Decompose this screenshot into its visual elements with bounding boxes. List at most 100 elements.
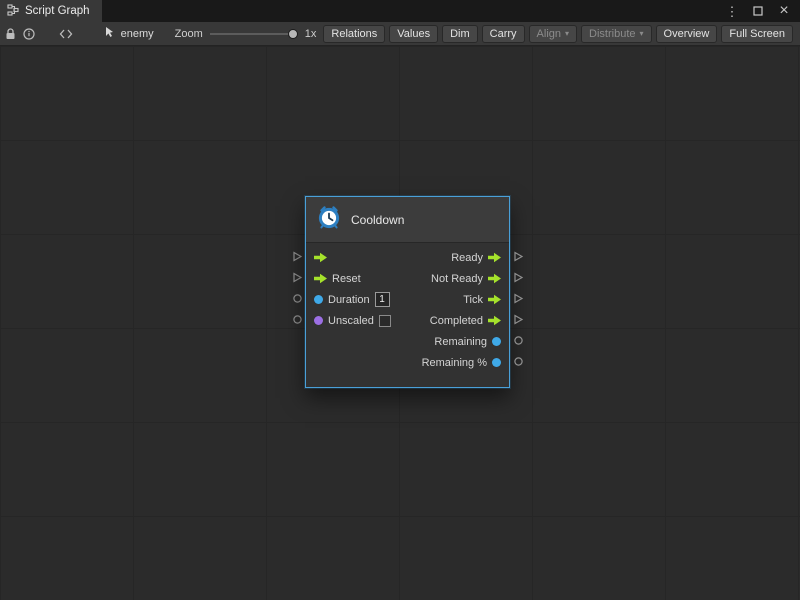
output-port: Tick	[463, 294, 501, 306]
value-port-marker[interactable]	[292, 314, 303, 325]
graph-context[interactable]: enemy	[104, 26, 154, 41]
window-controls: ⋮ ×	[725, 0, 800, 22]
port-label: Ready	[451, 252, 483, 264]
marker-slot	[289, 246, 305, 267]
toolbar-button-label: Dim	[450, 28, 470, 40]
port-label: Remaining %	[422, 357, 487, 369]
value-port-marker[interactable]	[513, 356, 524, 367]
output-port: Remaining	[434, 336, 501, 348]
toolbar-button-overview[interactable]: Overview	[656, 25, 718, 43]
pointer-icon	[104, 26, 116, 41]
toolbar-button-carry[interactable]: Carry	[482, 25, 525, 43]
tab-script-graph[interactable]: Script Graph	[0, 0, 102, 22]
graph-canvas[interactable]: Cooldown Ready Reset Not Ready Duration 1 Tic…	[0, 46, 800, 600]
unscaled-checkbox[interactable]	[379, 315, 391, 327]
zoom-slider-handle[interactable]	[288, 29, 298, 39]
marker-slot	[510, 246, 526, 267]
zoom-control: Zoom 1x	[175, 28, 317, 40]
toolbar-button-label: Align	[537, 28, 561, 40]
flow-port-marker[interactable]	[513, 314, 524, 325]
marker-slot	[510, 330, 526, 351]
node-input-markers	[289, 196, 305, 372]
toolbar-button-distribute: Distribute ▾	[581, 25, 651, 43]
marker-slot	[510, 288, 526, 309]
graph-toolbar: enemy Zoom 1x RelationsValues Dim Carry Ali…	[0, 22, 800, 46]
toolbar-button-label: Overview	[664, 28, 710, 40]
node-body: Ready Reset Not Ready Duration 1 Tick Unscaled…	[306, 243, 509, 387]
toolbar-button-label: Full Screen	[729, 28, 785, 40]
marker-slot	[289, 267, 305, 288]
flow-port-icon[interactable]	[314, 273, 327, 284]
flow-port-icon[interactable]	[488, 252, 501, 263]
value-port-marker[interactable]	[513, 335, 524, 346]
port-label: Not Ready	[431, 273, 483, 285]
port-label: Completed	[430, 315, 483, 327]
tab-label: Script Graph	[25, 5, 90, 17]
node-row: Ready	[306, 247, 509, 268]
port-label: Duration	[328, 294, 370, 306]
port-label: Reset	[332, 273, 361, 285]
marker-slot	[289, 309, 305, 330]
node-row: Reset Not Ready	[306, 268, 509, 289]
dropdown-caret-icon: ▾	[565, 30, 569, 38]
marker-slot	[510, 351, 526, 372]
lock-icon[interactable]	[5, 25, 16, 43]
zoom-label: Zoom	[175, 28, 203, 40]
cooldown-node[interactable]: Cooldown Ready Reset Not Ready Duration 1 Tic…	[305, 196, 510, 388]
marker-slot	[289, 330, 305, 351]
flow-port-marker[interactable]	[513, 293, 524, 304]
port-label: Unscaled	[328, 315, 374, 327]
flow-port-icon[interactable]	[488, 315, 501, 326]
value-port-icon[interactable]	[492, 358, 501, 367]
value-port-icon[interactable]	[314, 316, 323, 325]
toolbar-button-relations[interactable]: Relations	[323, 25, 385, 43]
toolbar-buttons: RelationsValues Dim Carry Align ▾ Distribute ▾…	[323, 25, 795, 43]
marker-slot	[510, 309, 526, 330]
close-icon[interactable]: ×	[777, 3, 791, 19]
toolbar-button-full-screen[interactable]: Full Screen	[721, 25, 793, 43]
zoom-value: 1x	[305, 28, 317, 40]
node-row: Remaining %	[306, 352, 509, 373]
titlebar: Script Graph ⋮ ×	[0, 0, 800, 22]
node-output-markers	[510, 196, 526, 372]
zoom-slider-track	[210, 33, 294, 35]
output-port: Not Ready	[431, 273, 501, 285]
input-port	[314, 252, 327, 263]
toolbar-button-label: Distribute	[589, 28, 635, 40]
toolbar-button-values[interactable]: Values	[389, 25, 438, 43]
flow-port-icon[interactable]	[488, 294, 501, 305]
cooldown-node-area: Cooldown Ready Reset Not Ready Duration 1 Tic…	[289, 196, 526, 388]
window-menu-icon[interactable]: ⋮	[725, 3, 739, 19]
dropdown-caret-icon: ▾	[640, 30, 644, 38]
flow-port-marker[interactable]	[292, 272, 303, 283]
duration-input[interactable]: 1	[375, 292, 390, 307]
marker-slot	[289, 288, 305, 309]
output-port: Remaining %	[422, 357, 501, 369]
input-port: Reset	[314, 273, 361, 285]
node-row: Remaining	[306, 331, 509, 352]
output-port: Completed	[430, 315, 501, 327]
flow-port-marker[interactable]	[513, 272, 524, 283]
graph-icon	[7, 4, 19, 19]
toolbar-button-label: Carry	[490, 28, 517, 40]
maximize-icon[interactable]	[751, 3, 765, 19]
flow-port-icon[interactable]	[314, 252, 327, 263]
value-port-icon[interactable]	[492, 337, 501, 346]
toolbar-button-dim[interactable]: Dim	[442, 25, 478, 43]
port-label: Remaining	[434, 336, 487, 348]
node-row: Unscaled Completed	[306, 310, 509, 331]
flow-port-marker[interactable]	[292, 251, 303, 262]
code-icon[interactable]	[59, 25, 73, 43]
graph-context-label: enemy	[121, 28, 154, 40]
flow-port-marker[interactable]	[513, 251, 524, 262]
value-port-icon[interactable]	[314, 295, 323, 304]
flow-port-icon[interactable]	[488, 273, 501, 284]
node-title: Cooldown	[351, 213, 404, 227]
node-header[interactable]: Cooldown	[306, 197, 509, 243]
info-icon[interactable]	[23, 25, 35, 43]
output-port: Ready	[451, 252, 501, 264]
zoom-slider[interactable]	[210, 28, 298, 40]
alarm-clock-icon	[316, 204, 342, 235]
node-row: Duration 1 Tick	[306, 289, 509, 310]
value-port-marker[interactable]	[292, 293, 303, 304]
